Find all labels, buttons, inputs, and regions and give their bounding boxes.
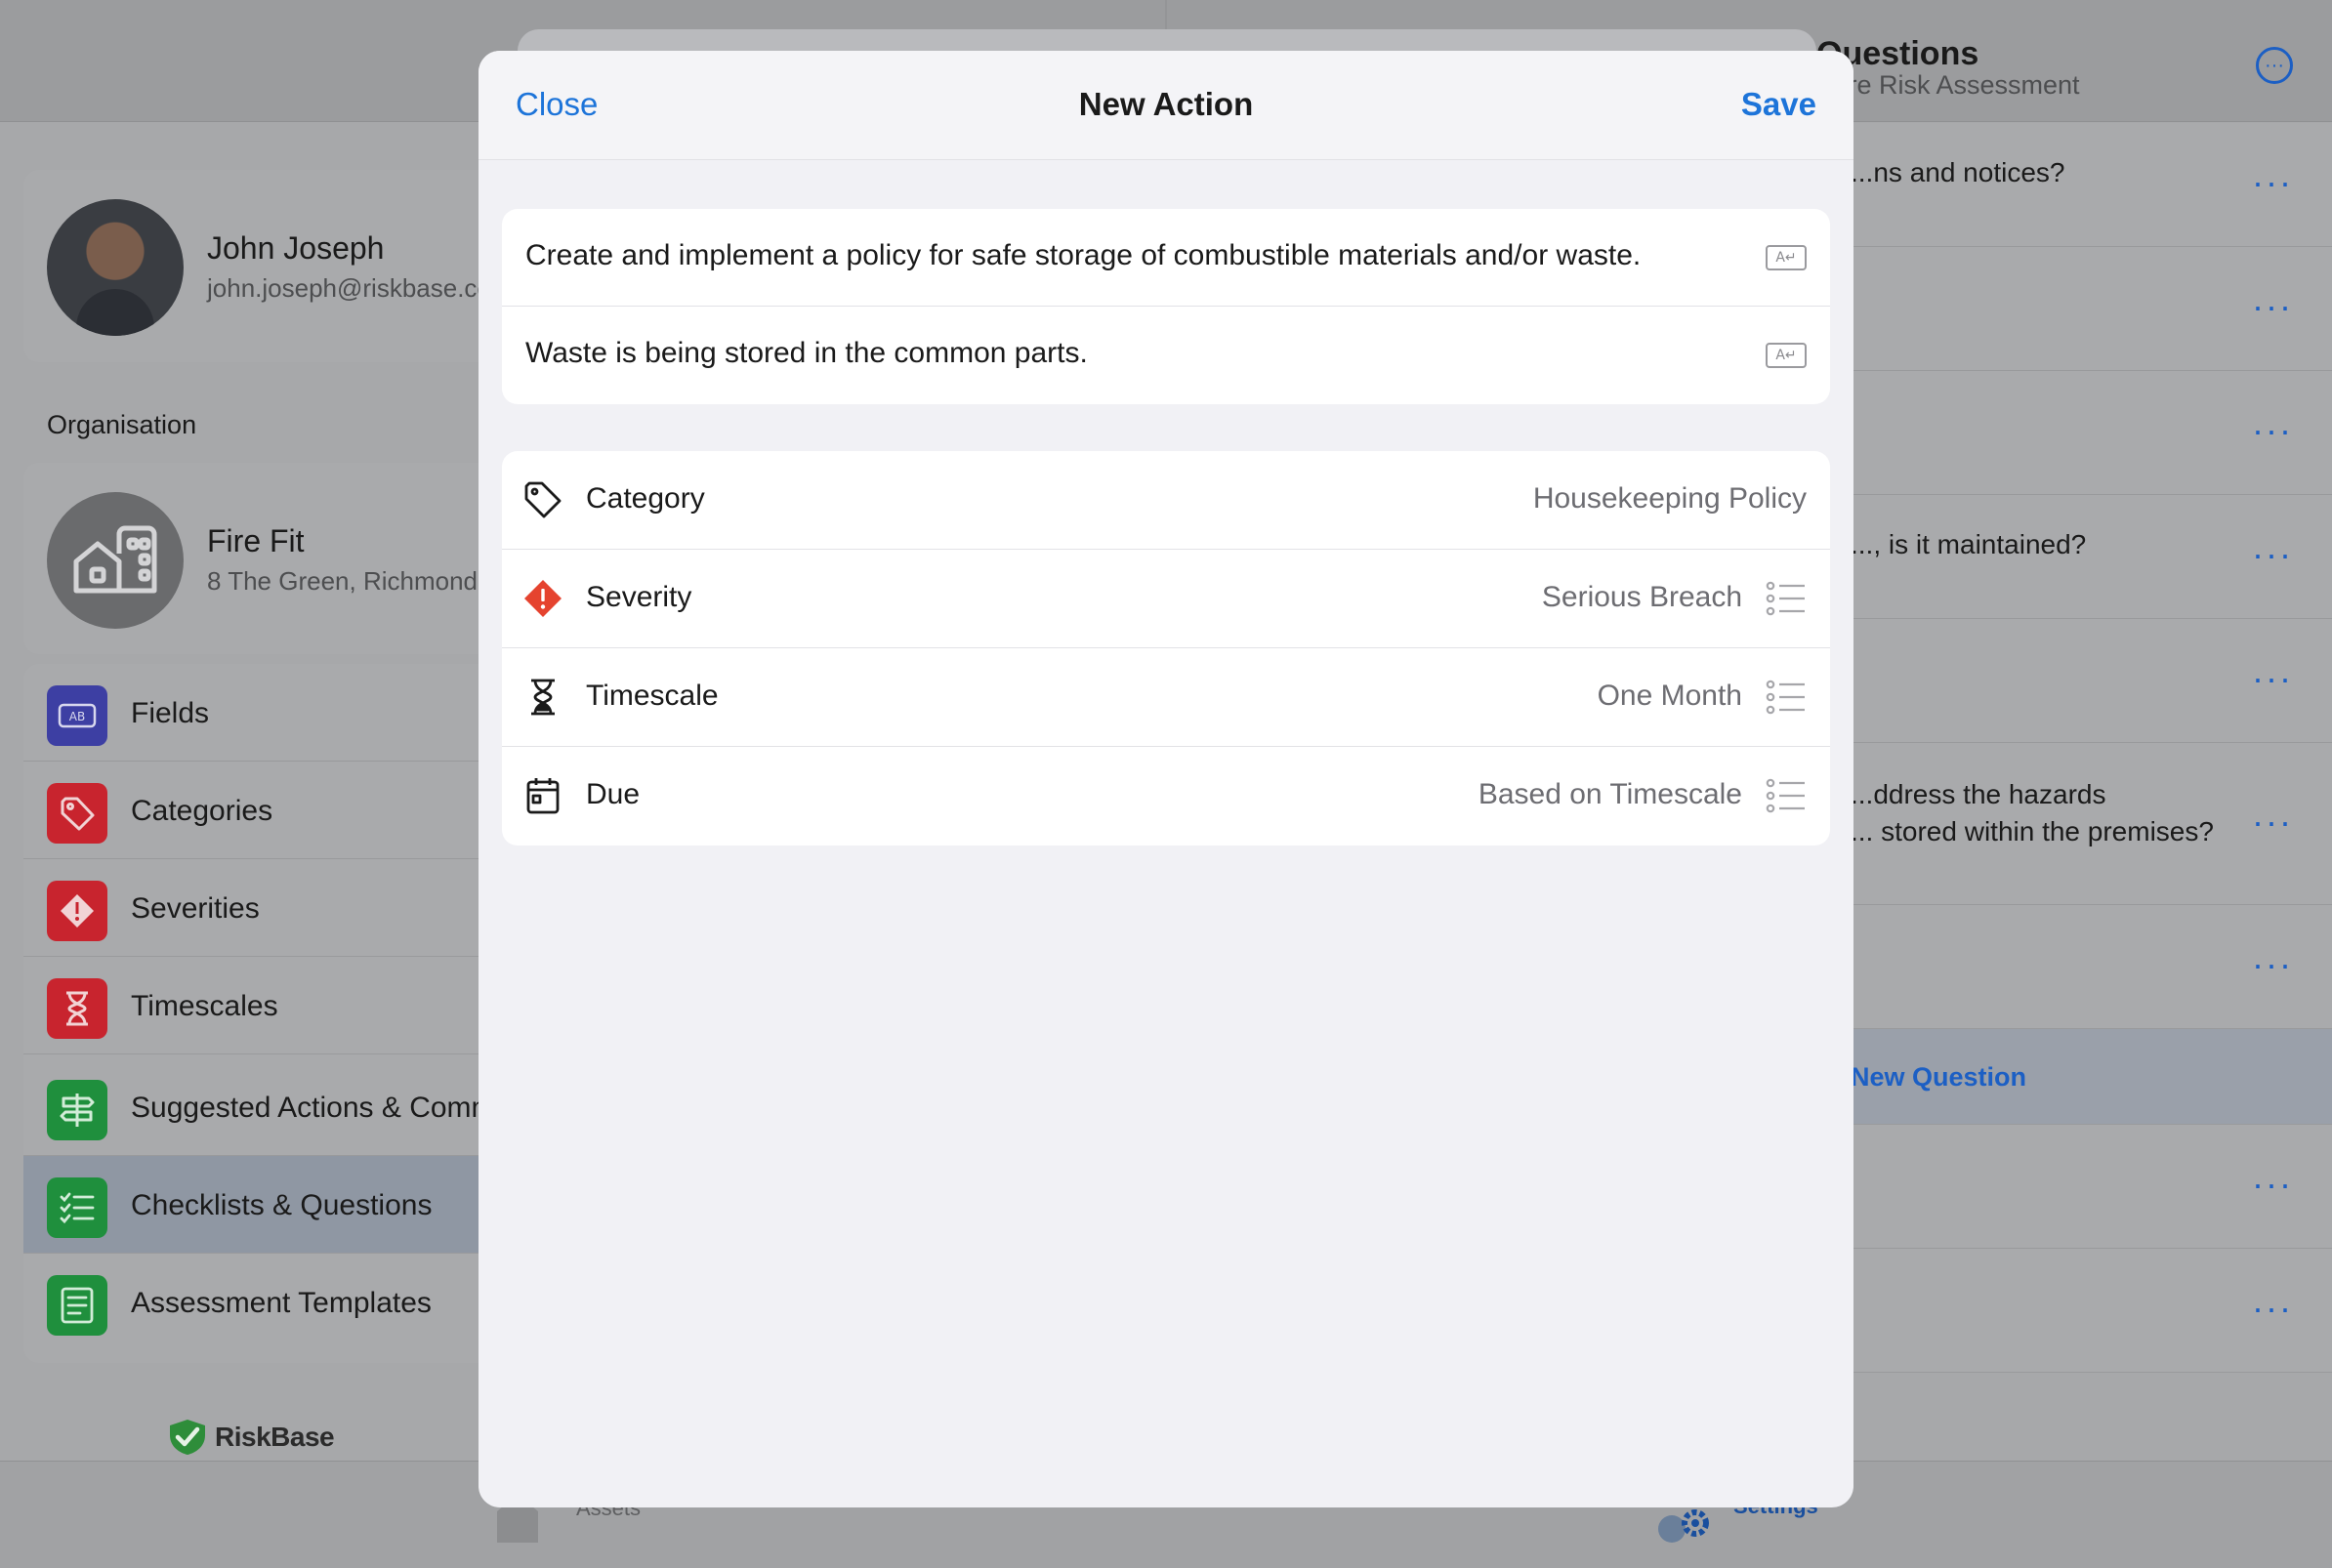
sidebar-item-label: Categories <box>131 795 273 827</box>
ellipsis-icon[interactable]: ··· <box>2252 944 2293 985</box>
text-input-icon: A↵ <box>1766 343 1807 368</box>
modal-title: New Action <box>1078 86 1254 122</box>
list-icon[interactable] <box>1766 680 1807 715</box>
ellipsis-icon[interactable]: ··· <box>2252 286 2293 327</box>
category-value: Housekeeping Policy <box>1532 482 1807 515</box>
signpost-icon <box>47 1080 107 1140</box>
list-icon[interactable] <box>1766 778 1807 813</box>
severity-value: Serious Breach <box>1541 581 1742 613</box>
hourglass-icon <box>47 978 107 1039</box>
right-panel-subtitle: Fire Risk Assessment <box>1826 70 2080 100</box>
more-options-icon[interactable]: ··· <box>2256 47 2293 84</box>
svg-text:AB: AB <box>69 710 85 723</box>
riskbase-wordmark: RiskBase <box>215 1422 335 1452</box>
ellipsis-icon[interactable]: ··· <box>2252 162 2293 203</box>
sidebar-item-label: Fields <box>131 697 210 729</box>
sidebar-item-label: Timescales <box>131 990 278 1022</box>
timescale-label: Timescale <box>586 680 719 712</box>
timescale-row[interactable]: Timescale One Month <box>502 648 1830 747</box>
due-value: Based on Timescale <box>1478 778 1742 810</box>
observation-text: Waste is being stored in the common part… <box>525 337 1088 369</box>
riskbase-logo: RiskBase <box>166 1418 335 1457</box>
ellipsis-icon[interactable]: ··· <box>2252 1288 2293 1329</box>
severity-icon <box>523 579 562 618</box>
category-label: Category <box>586 482 705 515</box>
fields-icon: AB <box>47 685 107 746</box>
details-group: Category Housekeeping Policy Severity Se… <box>502 451 1830 846</box>
modal-header: Close New Action Save <box>479 51 1853 160</box>
org-address: 8 The Green, Richmond <box>207 566 478 596</box>
hourglass-icon <box>523 678 562 717</box>
calendar-icon <box>523 776 562 815</box>
new-action-modal: Close New Action Save Create and impleme… <box>479 51 1853 1507</box>
save-button[interactable]: Save <box>1741 86 1816 123</box>
ellipsis-icon[interactable]: ··· <box>2252 658 2293 699</box>
profile-name: John Joseph <box>207 230 385 266</box>
section-label-organisation: Organisation <box>47 410 197 439</box>
due-label: Due <box>586 778 641 810</box>
text-fields-group: Create and implement a policy for safe s… <box>502 209 1830 404</box>
question-text: ..., is it maintained? <box>1851 529 2087 559</box>
category-row[interactable]: Category Housekeeping Policy <box>502 451 1830 550</box>
due-row[interactable]: Due Based on Timescale <box>502 747 1830 846</box>
severity-icon <box>47 881 107 941</box>
question-text: ...ddress the hazards ... stored within … <box>1851 779 2214 846</box>
tag-icon <box>47 783 107 844</box>
tag-icon <box>523 480 562 519</box>
ellipsis-icon[interactable]: ··· <box>2252 1164 2293 1205</box>
checklist-icon <box>47 1177 107 1238</box>
ellipsis-icon[interactable]: ··· <box>2252 410 2293 451</box>
sidebar-item-label: Assessment Templates <box>131 1287 432 1319</box>
action-text: Create and implement a policy for safe s… <box>525 239 1642 271</box>
severity-row[interactable]: Severity Serious Breach <box>502 550 1830 648</box>
ellipsis-icon[interactable]: ··· <box>2252 534 2293 575</box>
sidebar-item-label: Severities <box>131 892 260 925</box>
severity-label: Severity <box>586 581 692 613</box>
observation-text-field[interactable]: Waste is being stored in the common part… <box>502 307 1830 404</box>
profile-email: john.joseph@riskbase.com <box>207 273 513 303</box>
list-icon[interactable] <box>1766 581 1807 616</box>
template-icon <box>47 1275 107 1336</box>
text-input-icon: A↵ <box>1766 245 1807 270</box>
question-text: ...ns and notices? <box>1851 157 2065 187</box>
action-text-field[interactable]: Create and implement a policy for safe s… <box>502 209 1830 307</box>
org-name: Fire Fit <box>207 523 305 558</box>
avatar <box>47 199 184 336</box>
riskbase-shield-icon <box>170 1420 205 1455</box>
timescale-value: One Month <box>1597 680 1742 712</box>
ellipsis-icon[interactable]: ··· <box>2252 802 2293 843</box>
sidebar-item-label: Checklists & Questions <box>131 1189 433 1221</box>
building-icon <box>47 492 184 629</box>
new-question-label: New Question <box>1851 1062 2027 1092</box>
